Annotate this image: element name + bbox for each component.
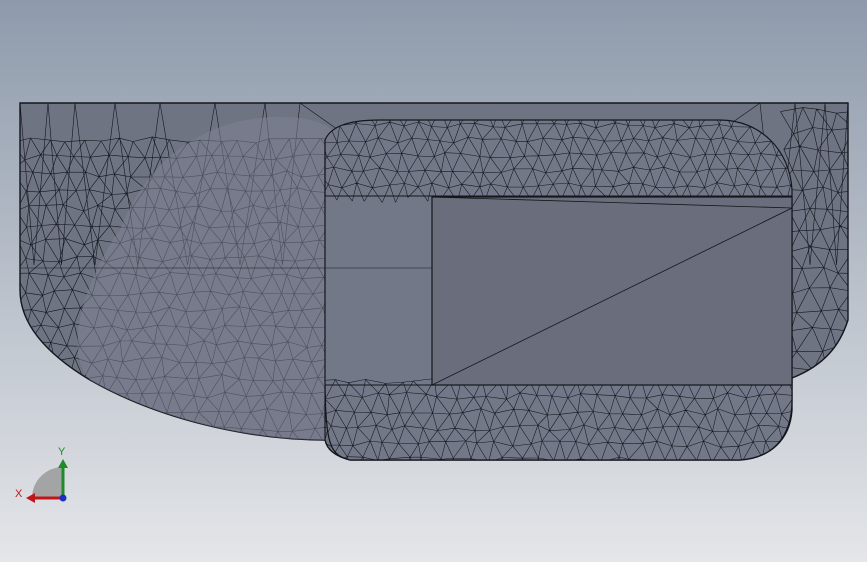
y-axis-label: Y — [58, 446, 66, 458]
model-scene[interactable]: X Y — [0, 0, 867, 562]
model-flat-face[interactable] — [431, 196, 793, 386]
z-axis-dot-icon — [59, 494, 67, 502]
graphics-viewport[interactable]: X Y — [0, 0, 867, 562]
x-axis-label: X — [15, 488, 23, 500]
